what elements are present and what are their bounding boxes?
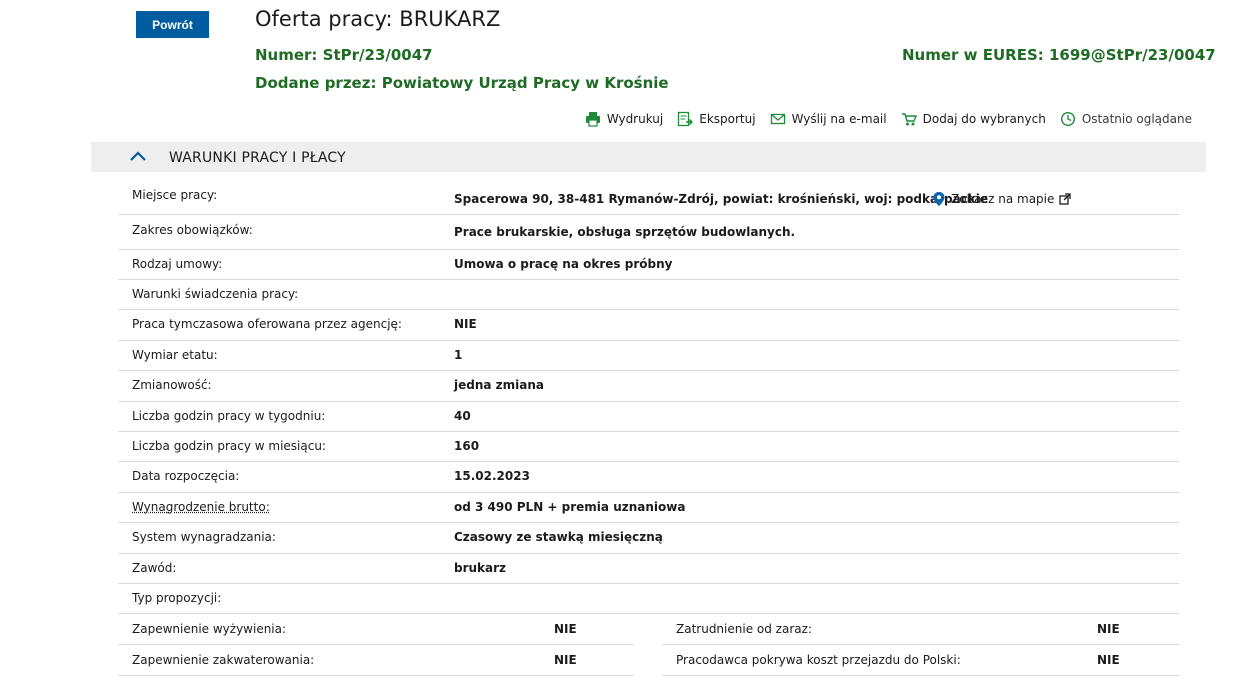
table-row: Wynagrodzenie brutto: od 3 490 PLN + prem… — [118, 493, 1179, 523]
row-label: Wymiar etatu: — [132, 348, 218, 362]
recently-viewed-label: Ostatnio oglądane — [1081, 112, 1192, 126]
offer-number-label: Numer: — [255, 46, 318, 64]
table-row: Zawód: brukarz — [118, 554, 1179, 584]
section-title: WARUNKI PRACY I PŁACY — [169, 150, 346, 166]
table-row: Wymiar etatu: 1 — [118, 341, 1179, 371]
table-row: Pracodawca pokrywa koszt przejazdu do Po… — [662, 645, 1179, 676]
envelope-icon — [770, 113, 785, 125]
row-value: Czasowy ze stawką miesięczną — [454, 530, 663, 544]
offer-number: Numer: StPr/23/0047 — [255, 46, 433, 64]
back-button[interactable]: Powrót — [136, 11, 209, 38]
table-row: Rodzaj umowy: Umowa o pracę na okres prób… — [118, 250, 1179, 280]
eures-number-label: Numer w EURES: — [902, 46, 1044, 64]
add-favorites-button[interactable]: Dodaj do wybranych — [901, 111, 1046, 127]
row-value: Prace brukarskie, obsługa sprzętów budow… — [454, 225, 796, 239]
page-title: Oferta pracy: BRUKARZ — [255, 7, 501, 31]
table-row: System wynagradzania: Czasowy ze stawką m… — [118, 523, 1179, 554]
chevron-up-icon[interactable] — [129, 148, 147, 166]
table-row: Data rozpoczęcia: 15.02.2023 — [118, 462, 1179, 493]
row-label: Zakres obowiązków: — [132, 223, 253, 237]
eures-number: Numer w EURES: 1699@StPr/23/0047 — [902, 46, 1216, 64]
export-label: Eksportuj — [699, 112, 756, 126]
row-value: Umowa o pracę na okres próbny — [454, 257, 673, 271]
row-value: NIE — [454, 317, 477, 331]
row-label: Warunki świadczenia pracy: — [132, 287, 299, 301]
row-label: Liczba godzin pracy w miesiącu: — [132, 439, 326, 453]
row-label: Typ propozycji: — [132, 591, 222, 605]
table-row: Zapewnienie wyżywienia: NIE — [118, 614, 634, 645]
added-by: Dodane przez: Powiatowy Urząd Pracy w Kr… — [255, 74, 669, 92]
printer-icon — [585, 112, 600, 127]
show-on-map-label: Zobacz na mapie — [951, 192, 1055, 206]
row-label: Zatrudnienie od zaraz: — [676, 622, 812, 636]
row-label: Zapewnienie wyżywienia: — [132, 622, 287, 636]
offer-number-value: StPr/23/0047 — [322, 46, 433, 64]
export-icon — [678, 111, 694, 127]
toolbar: Wydrukuj Eksportuj Wyślij na e-mail Doda… — [585, 111, 1192, 127]
print-label: Wydrukuj — [606, 112, 664, 126]
eures-number-value: 1699@StPr/23/0047 — [1049, 46, 1216, 64]
row-value: 1 — [454, 348, 463, 362]
recently-viewed-button[interactable]: Ostatnio oglądane — [1060, 111, 1192, 127]
added-by-value: Powiatowy Urząd Pracy w Krośnie — [381, 74, 669, 92]
map-pin-icon — [933, 192, 945, 206]
row-value: NIE — [1097, 653, 1120, 667]
email-label: Wyślij na e-mail — [791, 112, 887, 126]
row-value: NIE — [1097, 622, 1120, 636]
row-label: Data rozpoczęcia: — [132, 469, 240, 483]
clock-icon — [1060, 111, 1075, 127]
row-value: NIE — [554, 653, 577, 667]
table-row: Zakres obowiązków: Prace brukarskie, obsł… — [118, 215, 1179, 250]
print-button[interactable]: Wydrukuj — [585, 111, 663, 127]
table-row: Zatrudnienie od zaraz: NIE — [662, 614, 1179, 645]
row-value: 15.02.2023 — [454, 469, 530, 483]
row-value: 40 — [454, 409, 471, 423]
row-value: od 3 490 PLN + premia uznaniowa — [454, 500, 686, 514]
row-value: Spacerowa 90, 38-481 Rymanów-Zdrój, powi… — [454, 192, 989, 206]
row-label: Zawód: — [132, 561, 177, 575]
row-value: NIE — [554, 622, 577, 636]
row-label: Zmianowość: — [132, 378, 212, 392]
row-value: brukarz — [454, 561, 507, 575]
row-label: System wynagradzania: — [132, 530, 276, 544]
row-label: Pracodawca pokrywa koszt przejazdu do Po… — [676, 653, 961, 667]
export-button[interactable]: Eksportuj — [677, 111, 756, 127]
row-label: Liczba godzin pracy w tygodniu: — [132, 409, 326, 423]
added-by-label: Dodane przez: — [255, 74, 377, 92]
row-label: Zapewnienie zakwaterowania: — [132, 653, 315, 667]
row-label: Wynagrodzenie brutto: — [132, 500, 270, 514]
external-link-icon — [1059, 193, 1072, 205]
row-label: Rodzaj umowy: — [132, 257, 223, 271]
table-row: Liczba godzin pracy w tygodniu: 40 — [118, 402, 1179, 432]
table-row: Liczba godzin pracy w miesiącu: 160 — [118, 432, 1179, 462]
row-value: 160 — [454, 439, 480, 453]
row-label: Miejsce pracy: — [132, 188, 218, 202]
table-row: Praca tymczasowa oferowana przez agencję… — [118, 310, 1179, 341]
cart-icon — [901, 113, 917, 126]
table-row: Zmianowość: jedna zmiana — [118, 371, 1179, 402]
table-row: Typ propozycji: — [118, 584, 1179, 614]
show-on-map-link[interactable]: Zobacz na mapie — [932, 191, 1072, 207]
row-label: Praca tymczasowa oferowana przez agencję… — [132, 317, 402, 331]
add-favorites-label: Dodaj do wybranych — [922, 112, 1046, 126]
table-row: Zapewnienie zakwaterowania: NIE — [118, 645, 634, 676]
row-value: jedna zmiana — [454, 378, 544, 392]
email-button[interactable]: Wyślij na e-mail — [770, 111, 887, 127]
table-row: Warunki świadczenia pracy: — [118, 280, 1179, 310]
section-header-working-conditions[interactable]: WARUNKI PRACY I PŁACY — [91, 142, 1206, 172]
